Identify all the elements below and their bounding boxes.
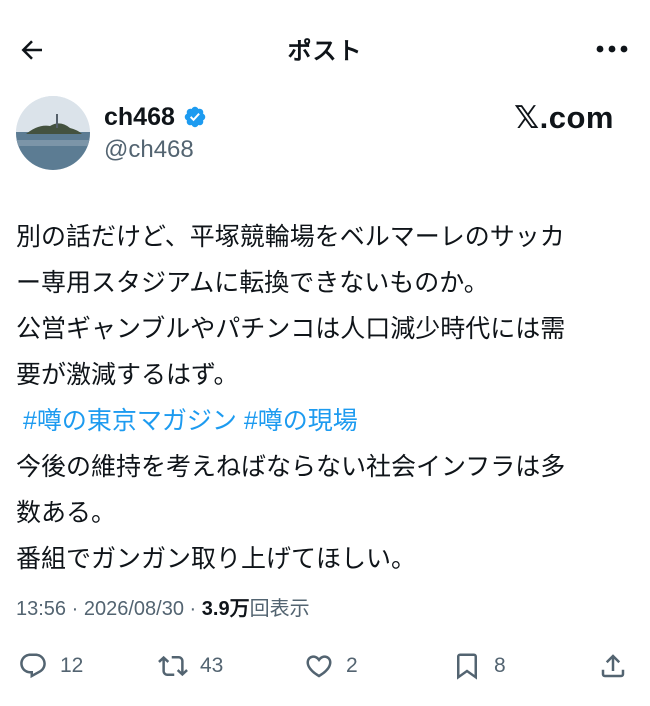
post-text: 別の話だけど、平塚競輪場をベルマーレのサッカ ー専用スタジアムに転換できないもの… xyxy=(16,214,626,582)
views-label[interactable]: 回表示 xyxy=(250,598,310,620)
post-line: ー専用スタジアムに転換できないものか。 xyxy=(16,269,489,297)
repost-icon xyxy=(158,655,188,677)
verified-badge-icon xyxy=(184,106,206,128)
heart-icon xyxy=(306,655,332,678)
post-metadata: 13:56 · 2026/08/30 · 3.9万回表示 xyxy=(16,592,310,621)
page-title: ポスト xyxy=(287,38,363,65)
post-date[interactable]: 2026/08/30 xyxy=(84,598,184,620)
like-count: 2 xyxy=(346,654,358,677)
top-bar: ポスト xyxy=(0,0,650,96)
author-block: ch468 @ch468 xyxy=(104,100,207,164)
more-horizontal-icon xyxy=(596,45,628,53)
avatar[interactable] xyxy=(16,96,90,170)
post-line: 公営ギャンブルやパチンコは人口減少時代には需 xyxy=(16,315,566,343)
share-icon xyxy=(601,654,625,678)
meta-separator: · xyxy=(189,598,197,620)
meta-separator: · xyxy=(71,598,79,620)
hashtag-line: #噂の東京マガジン #噂の現場 xyxy=(16,398,626,444)
share-button[interactable] xyxy=(598,648,628,684)
more-options-button[interactable] xyxy=(592,34,632,64)
reply-icon xyxy=(20,653,46,679)
post-time[interactable]: 13:56 xyxy=(16,598,66,620)
reply-count: 12 xyxy=(60,654,84,677)
display-name-row: ch468 xyxy=(104,100,207,134)
bookmark-icon xyxy=(457,653,477,680)
hashtag-link[interactable]: #噂の現場 xyxy=(244,407,358,435)
post-line: 要が激減するはず。 xyxy=(16,361,239,389)
post-line: 今後の維持を考えねばならない社会インフラは多 xyxy=(16,453,566,481)
brand-label: 𝕏.com xyxy=(514,100,614,135)
action-bar: 12 43 2 8 xyxy=(0,648,650,688)
views-count[interactable]: 3.9万 xyxy=(202,598,250,620)
hashtag-link[interactable]: #噂の東京マガジン xyxy=(23,407,237,435)
avatar-image xyxy=(16,96,90,170)
display-name[interactable]: ch468 xyxy=(104,103,175,132)
author-handle[interactable]: @ch468 xyxy=(104,136,207,164)
post-line: 番組でガンガン取り上げてほしい。 xyxy=(16,545,417,573)
post-line: 数ある。 xyxy=(16,499,117,527)
repost-count: 43 xyxy=(200,654,224,677)
bookmark-count: 8 xyxy=(494,654,506,677)
bookmark-button[interactable]: 8 xyxy=(452,648,506,684)
repost-button[interactable]: 43 xyxy=(158,648,223,684)
like-button[interactable]: 2 xyxy=(304,648,358,684)
reply-button[interactable]: 12 xyxy=(18,648,83,684)
post-line: 別の話だけど、平塚競輪場をベルマーレのサッカ xyxy=(16,223,565,251)
